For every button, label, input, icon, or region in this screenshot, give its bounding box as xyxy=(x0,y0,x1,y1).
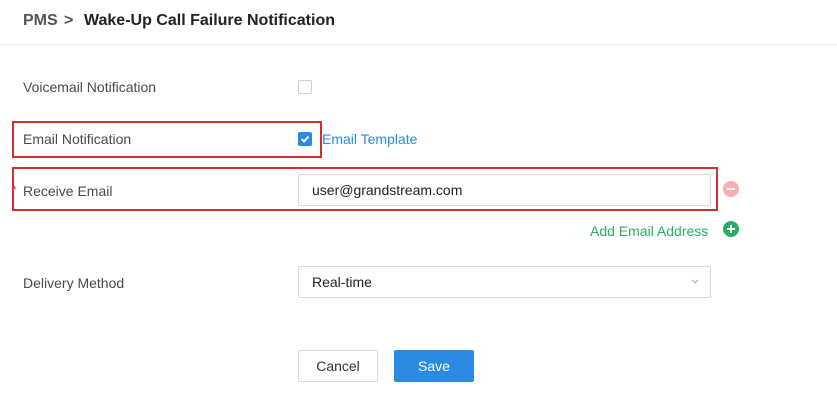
delivery-method-value: Real-time xyxy=(312,274,372,290)
email-notification-label: Email Notification xyxy=(23,131,132,147)
email-template-link[interactable]: Email Template xyxy=(322,130,417,148)
delivery-method-label: Delivery Method xyxy=(23,275,125,291)
page-title: Wake-Up Call Failure Notification xyxy=(84,12,335,29)
add-email-address-link[interactable]: Add Email Address xyxy=(590,222,708,240)
voicemail-notification-label: Voicemail Notification xyxy=(23,79,157,95)
voicemail-notification-checkbox[interactable] xyxy=(298,80,312,94)
receive-email-input[interactable]: user@grandstream.com xyxy=(298,174,711,206)
chevron-down-icon xyxy=(691,279,699,284)
plus-circle-icon[interactable] xyxy=(723,221,739,237)
required-mark: * xyxy=(12,183,17,197)
breadcrumb-separator: > xyxy=(64,12,74,29)
delivery-method-select[interactable]: Real-time xyxy=(298,266,711,298)
cancel-button[interactable]: Cancel xyxy=(298,350,378,382)
page-header: PMS > Wake-Up Call Failure Notification xyxy=(0,0,837,45)
minus-circle-icon[interactable] xyxy=(723,181,739,197)
check-icon xyxy=(300,135,310,143)
receive-email-label: Receive Email xyxy=(23,183,113,199)
save-button[interactable]: Save xyxy=(394,350,474,382)
breadcrumb-root[interactable]: PMS xyxy=(23,11,58,31)
email-notification-checkbox[interactable] xyxy=(298,132,312,146)
